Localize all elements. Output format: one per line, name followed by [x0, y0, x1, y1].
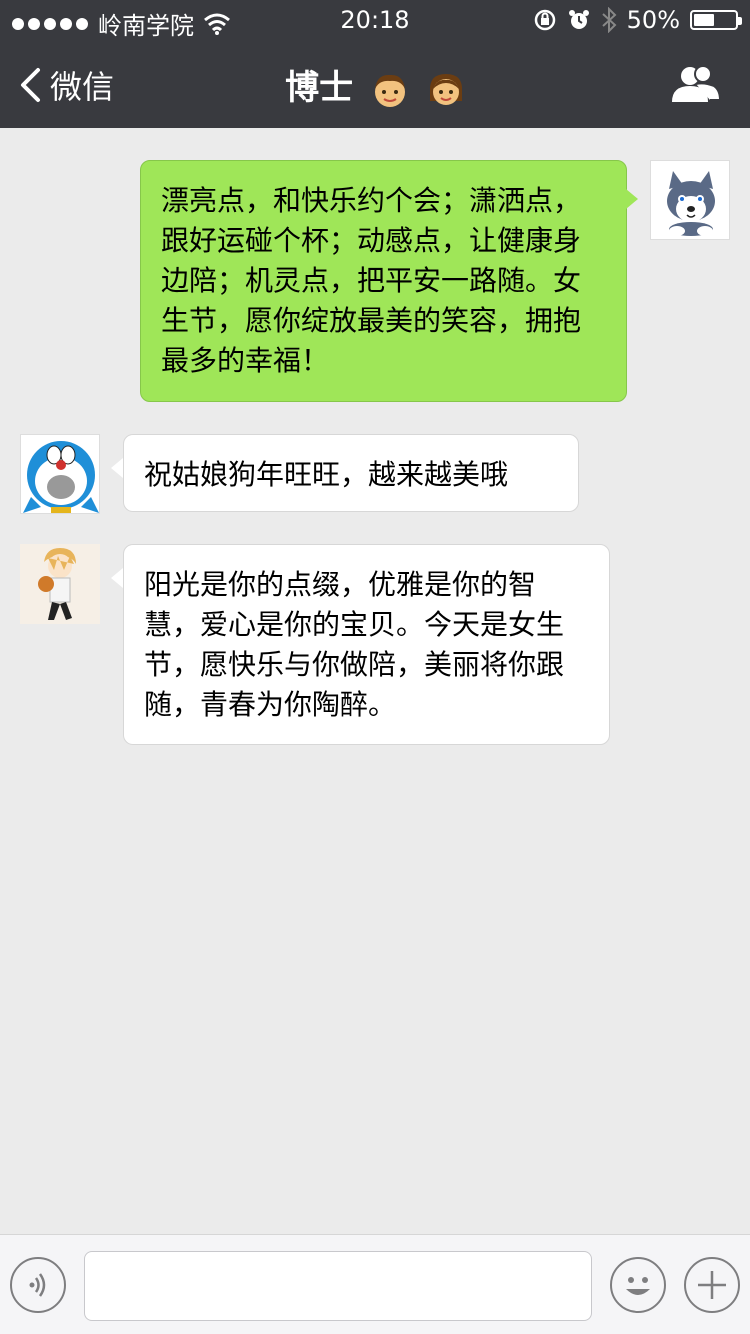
avatar-contact-doraemon[interactable] — [20, 434, 100, 514]
boy-emoji-icon — [375, 74, 405, 107]
message-text: 漂亮点，和快乐约个会；潇洒点，跟好运碰个杯；动感点，让健康身边陪；机灵点，把平安… — [161, 184, 582, 377]
husky-avatar-icon — [651, 161, 729, 239]
message-text: 阳光是你的点缀，优雅是你的智慧，爱心是你的宝贝。今天是女生节，愿快乐与你做陪，美… — [144, 568, 565, 721]
group-members-icon[interactable] — [670, 64, 722, 104]
message-input[interactable] — [84, 1251, 592, 1321]
message-bubble-received[interactable]: 祝姑娘狗年旺旺，越来越美哦 — [123, 434, 579, 512]
avatar-contact-anime[interactable] — [20, 544, 100, 624]
avatar-self[interactable] — [650, 160, 730, 240]
message-bubble-received[interactable]: 阳光是你的点缀，优雅是你的智慧，爱心是你的宝贝。今天是女生节，愿快乐与你做陪，美… — [123, 544, 610, 745]
bubble-tail — [111, 568, 123, 588]
message-text: 祝姑娘狗年旺旺，越来越美哦 — [144, 458, 509, 491]
message-bubble-sent[interactable]: 漂亮点，和快乐约个会；潇洒点，跟好运碰个杯；动感点，让健康身边陪；机灵点，把平安… — [140, 160, 627, 402]
bluetooth-icon — [601, 7, 617, 33]
battery-percent: 50% — [626, 6, 680, 34]
voice-button[interactable] — [10, 1257, 66, 1313]
chat-title-text: 博士 — [285, 68, 354, 108]
chat-title: 博士 — [0, 60, 750, 109]
more-button[interactable] — [684, 1257, 740, 1313]
bubble-tail — [111, 458, 123, 478]
anime-boy-avatar-icon — [20, 544, 100, 624]
top-bar: 岭南学院 20:18 50% 微信 博士 — [0, 0, 750, 128]
alarm-icon — [568, 10, 589, 29]
doraemon-avatar-icon — [21, 435, 99, 513]
girl-emoji-icon — [429, 73, 462, 105]
status-bar: 岭南学院 20:18 50% — [0, 0, 750, 40]
emoji-button[interactable] — [610, 1257, 666, 1313]
voice-icon — [29, 1273, 46, 1297]
emoji-icon — [626, 1277, 650, 1295]
plus-icon — [698, 1271, 726, 1299]
rotation-lock-icon — [534, 9, 555, 31]
status-right: 50% — [533, 6, 742, 34]
chat-area[interactable]: 漂亮点，和快乐约个会；潇洒点，跟好运碰个杯；动感点，让健康身边陪；机灵点，把平安… — [0, 128, 750, 1234]
bubble-tail — [626, 189, 638, 209]
battery-icon — [690, 10, 742, 30]
input-bar — [0, 1234, 750, 1334]
nav-bar: 微信 博士 — [0, 40, 750, 128]
